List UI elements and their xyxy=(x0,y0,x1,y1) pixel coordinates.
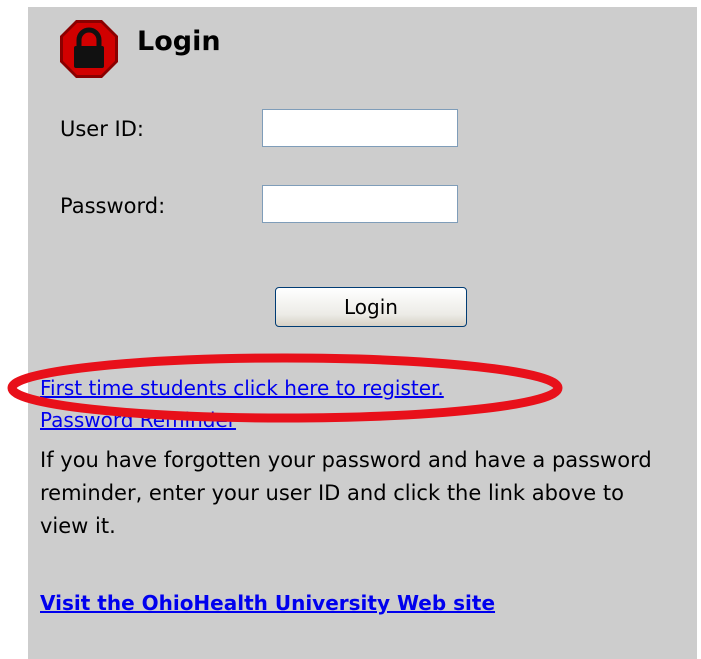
password-help-text: If you have forgotten your password and … xyxy=(40,448,652,538)
userid-input[interactable] xyxy=(262,109,458,147)
password-input[interactable] xyxy=(262,185,458,223)
page-title: Login xyxy=(137,26,221,57)
userid-label: User ID: xyxy=(60,117,144,141)
register-link[interactable]: First time students click here to regist… xyxy=(40,376,444,400)
ohiohealth-site-link[interactable]: Visit the OhioHealth University Web site xyxy=(40,591,495,615)
login-button[interactable]: Login xyxy=(275,287,467,327)
password-reminder-link[interactable]: Password Reminder xyxy=(40,408,236,432)
login-panel xyxy=(28,7,697,659)
stop-lock-icon xyxy=(60,20,118,78)
password-label: Password: xyxy=(60,194,166,218)
